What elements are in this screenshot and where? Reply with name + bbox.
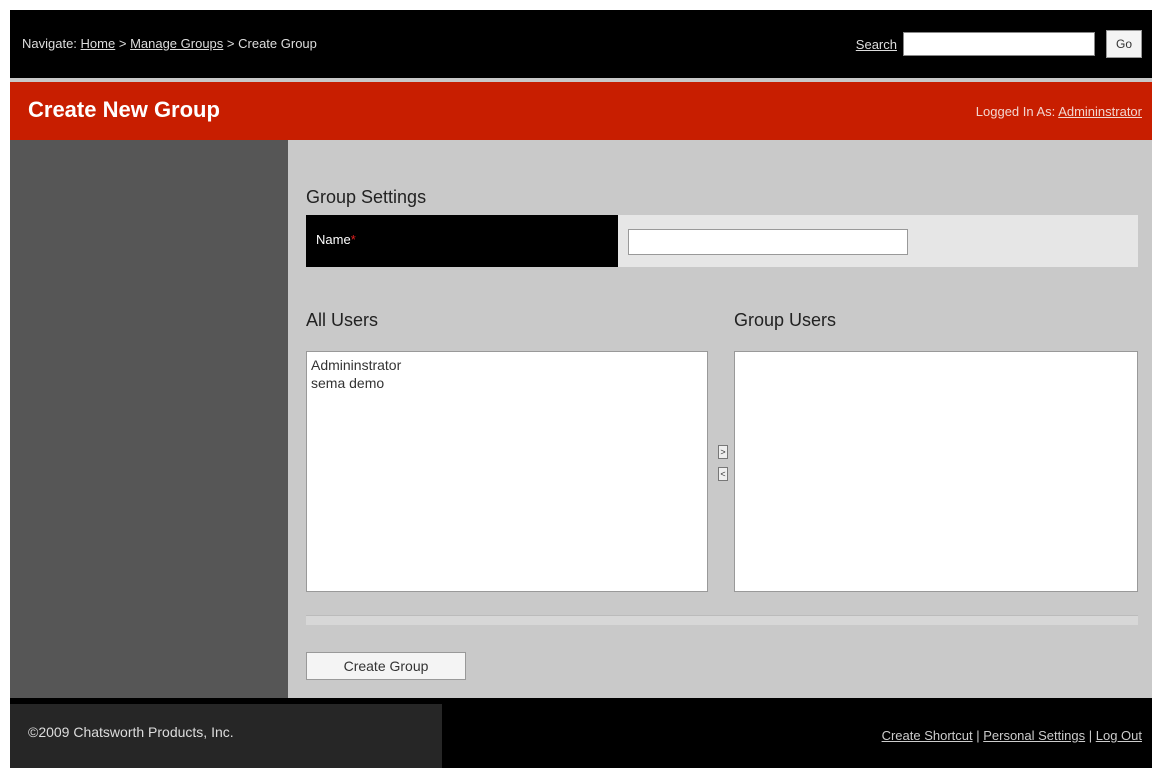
- app-frame: Navigate: Home > Manage Groups > Create …: [10, 10, 1152, 768]
- personal-settings-link[interactable]: Personal Settings: [983, 728, 1085, 743]
- copyright-text: ©2009 Chatsworth Products, Inc.: [10, 704, 442, 768]
- breadcrumb-separator: >: [115, 36, 131, 51]
- link-separator: |: [972, 728, 984, 743]
- log-out-link[interactable]: Log Out: [1096, 728, 1142, 743]
- group-users-listbox[interactable]: [734, 351, 1138, 592]
- all-users-heading: All Users: [306, 310, 379, 330]
- logged-in-user-link[interactable]: Admininstrator: [1058, 104, 1142, 119]
- group-name-input[interactable]: [628, 229, 908, 255]
- required-marker: *: [350, 232, 356, 247]
- logged-in-info: Logged In As: Admininstrator: [976, 104, 1142, 119]
- breadcrumb-home-link[interactable]: Home: [81, 36, 116, 51]
- name-label: Name: [316, 232, 351, 247]
- list-item[interactable]: Admininstrator: [311, 356, 703, 374]
- name-field-row: Name*: [306, 215, 1138, 267]
- add-to-group-button[interactable]: >: [718, 445, 728, 459]
- remove-from-group-button[interactable]: <: [718, 467, 728, 481]
- top-nav-bar: Navigate: Home > Manage Groups > Create …: [10, 10, 1152, 78]
- footer-links: Create Shortcut | Personal Settings | Lo…: [882, 728, 1142, 743]
- divider: [306, 615, 1138, 625]
- all-users-listbox[interactable]: Admininstrator sema demo: [306, 351, 708, 592]
- list-item[interactable]: sema demo: [311, 374, 703, 392]
- breadcrumb-separator: >: [223, 36, 239, 51]
- create-group-button[interactable]: Create Group: [306, 652, 466, 680]
- go-button[interactable]: Go: [1106, 30, 1142, 58]
- footer: ©2009 Chatsworth Products, Inc. Create S…: [10, 698, 1152, 768]
- logged-in-label: Logged In As:: [975, 104, 1059, 119]
- page-title: Create New Group: [28, 97, 220, 122]
- breadcrumb-current: Create Group: [238, 36, 317, 51]
- breadcrumb-manage-groups-link[interactable]: Manage Groups: [130, 36, 223, 51]
- breadcrumb: Navigate: Home > Manage Groups > Create …: [22, 36, 317, 51]
- name-label-cell: Name*: [306, 215, 618, 267]
- link-separator: |: [1085, 728, 1096, 743]
- create-shortcut-link[interactable]: Create Shortcut: [882, 728, 973, 743]
- search-area: Search Go: [856, 30, 1142, 58]
- group-users-heading: Group Users: [734, 310, 837, 330]
- page-header: Create New Group Logged In As: Admininst…: [10, 82, 1152, 140]
- search-link[interactable]: Search: [856, 37, 897, 52]
- sidebar: [10, 140, 288, 698]
- search-input[interactable]: [903, 32, 1095, 56]
- main-content: Group Settings Name* All Users Group Use…: [288, 140, 1152, 698]
- group-settings-heading: Group Settings: [306, 187, 427, 207]
- breadcrumb-prefix: Navigate:: [22, 36, 81, 51]
